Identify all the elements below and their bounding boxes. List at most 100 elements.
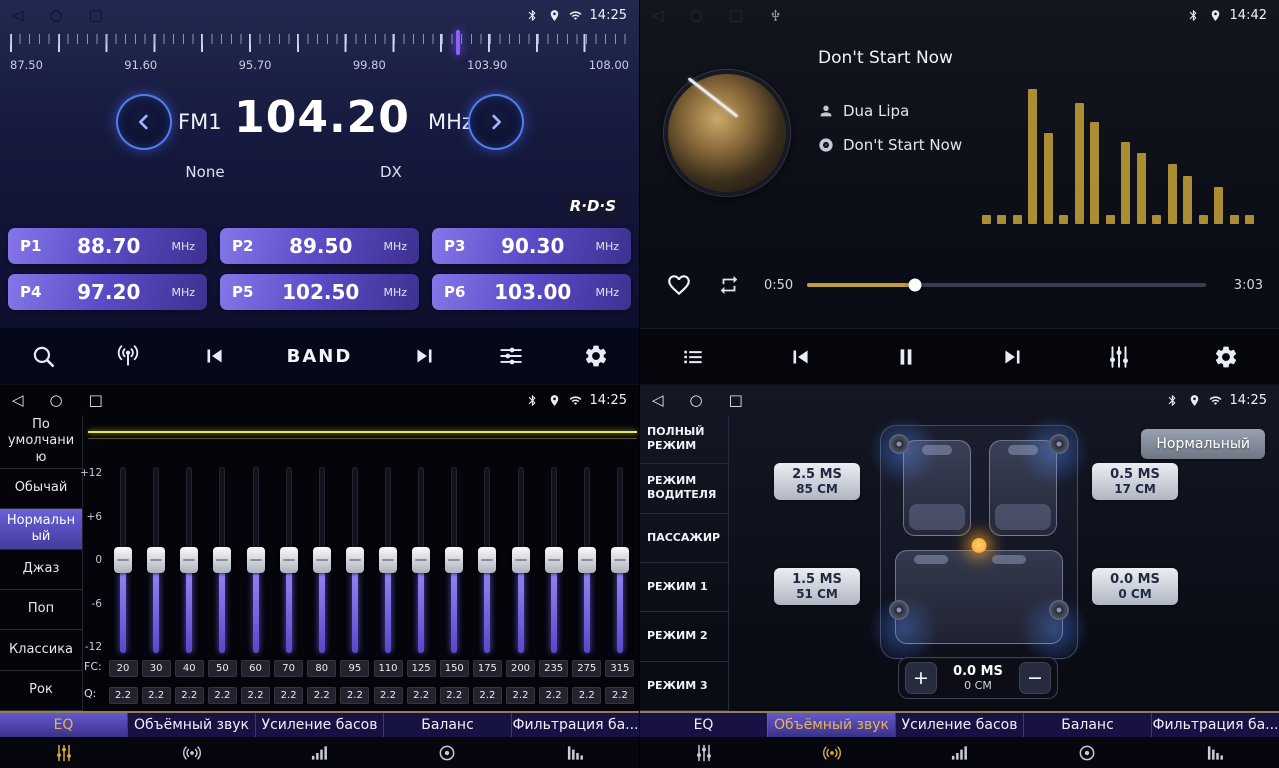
soundfield-mode-item[interactable]: РЕЖИМ 1 (640, 563, 728, 612)
eq-slider-handle[interactable] (280, 547, 298, 573)
eq-slider-handle[interactable] (114, 547, 132, 573)
audio-tab[interactable]: Объёмный звук (127, 713, 255, 737)
sound-profile-button[interactable]: Нормальный (1141, 429, 1265, 459)
audio-tab[interactable]: Баланс (1023, 713, 1151, 737)
eq-slider-handle[interactable] (478, 547, 496, 573)
eq-slider-handle[interactable] (412, 547, 430, 573)
next-track-button[interactable] (1000, 344, 1026, 370)
preset-button[interactable]: P3 90.30 MHz (432, 228, 631, 264)
eq-band-slider[interactable] (412, 467, 430, 653)
nav-home-button[interactable]: ○ (690, 385, 703, 415)
eq-preset-item[interactable]: Нормальный (0, 509, 82, 549)
scan-button[interactable] (30, 343, 56, 369)
eq-band-slider[interactable] (280, 467, 298, 653)
eq-slider-handle[interactable] (213, 547, 231, 573)
nav-home-button[interactable]: ○ (50, 0, 63, 30)
audio-settings-button[interactable] (498, 343, 524, 369)
prev-station-button[interactable] (201, 343, 227, 369)
eq-slider-handle[interactable] (346, 547, 364, 573)
eq-slider-handle[interactable] (611, 547, 629, 573)
nav-back-button[interactable]: ◁ (652, 0, 664, 30)
nav-home-button[interactable]: ○ (690, 0, 703, 30)
eq-preset-item[interactable]: Поп (0, 590, 82, 630)
nav-recents-button[interactable]: □ (89, 0, 103, 30)
audio-tab[interactable]: EQ (0, 713, 127, 737)
preset-button[interactable]: P5 102.50 MHz (220, 274, 419, 310)
delay-increase-button[interactable]: + (905, 662, 937, 694)
eq-band-slider[interactable] (478, 467, 496, 653)
progress-thumb[interactable] (908, 279, 921, 292)
nav-recents-button[interactable]: □ (729, 0, 743, 30)
eq-band-slider[interactable] (578, 467, 596, 653)
playlist-button[interactable] (680, 344, 706, 370)
mixer-button[interactable] (1106, 344, 1132, 370)
eq-slider-handle[interactable] (147, 547, 165, 573)
tab-bass-button[interactable] (256, 737, 384, 768)
settings-button[interactable] (583, 343, 609, 369)
preset-button[interactable]: P1 88.70 MHz (8, 228, 207, 264)
eq-band-slider[interactable] (379, 467, 397, 653)
repeat-button[interactable] (718, 274, 740, 296)
tab-eq-button[interactable] (0, 737, 128, 768)
eq-preset-item[interactable]: Классика (0, 630, 82, 670)
tab-filter-button[interactable] (511, 737, 639, 768)
delay-decrease-button[interactable]: − (1019, 662, 1051, 694)
eq-band-slider[interactable] (611, 467, 629, 653)
tune-down-button[interactable] (116, 94, 172, 150)
soundfield-mode-item[interactable]: РЕЖИМ 2 (640, 612, 728, 661)
eq-slider-handle[interactable] (512, 547, 530, 573)
prev-track-button[interactable] (787, 344, 813, 370)
preset-button[interactable]: P2 89.50 MHz (220, 228, 419, 264)
eq-slider-handle[interactable] (379, 547, 397, 573)
eq-band-slider[interactable] (545, 467, 563, 653)
audio-tab[interactable]: Баланс (383, 713, 511, 737)
band-button[interactable]: BAND (287, 346, 353, 367)
audio-tab[interactable]: Усиление басов (895, 713, 1023, 737)
eq-band-slider[interactable] (213, 467, 231, 653)
settings-button[interactable] (1213, 344, 1239, 370)
eq-preset-item[interactable]: По умолчанию (0, 415, 82, 469)
eq-band-slider[interactable] (512, 467, 530, 653)
next-station-button[interactable] (412, 343, 438, 369)
soundfield-mode-item[interactable]: РЕЖИМ 3 (640, 662, 728, 711)
tab-eq-button[interactable] (640, 737, 768, 768)
audio-tab[interactable]: Усиление басов (255, 713, 383, 737)
audio-tab[interactable]: EQ (640, 713, 767, 737)
front-right-delay-button[interactable]: 0.5 MS 17 CM (1092, 463, 1178, 500)
eq-band-slider[interactable] (346, 467, 364, 653)
eq-slider-handle[interactable] (545, 547, 563, 573)
nav-back-button[interactable]: ◁ (652, 385, 664, 415)
preset-button[interactable]: P6 103.00 MHz (432, 274, 631, 310)
eq-band-slider[interactable] (313, 467, 331, 653)
tab-balance-button[interactable] (1023, 737, 1151, 768)
tab-balance-button[interactable] (383, 737, 511, 768)
soundfield-mode-item[interactable]: ПАССАЖИР (640, 514, 728, 563)
eq-band-slider[interactable] (147, 467, 165, 653)
tab-surround-button[interactable] (128, 737, 256, 768)
favorite-button[interactable] (666, 272, 692, 298)
eq-slider-handle[interactable] (247, 547, 265, 573)
rear-right-delay-button[interactable]: 0.0 MS 0 CM (1092, 568, 1178, 605)
tab-surround-button[interactable] (768, 737, 896, 768)
eq-band-slider[interactable] (180, 467, 198, 653)
preset-button[interactable]: P4 97.20 MHz (8, 274, 207, 310)
eq-slider-handle[interactable] (445, 547, 463, 573)
soundfield-mode-item[interactable]: ПОЛНЫЙ РЕЖИМ (640, 415, 728, 464)
listening-position-dot[interactable] (972, 538, 987, 553)
front-left-delay-button[interactable]: 2.5 MS 85 CM (774, 463, 860, 500)
tab-bass-button[interactable] (896, 737, 1024, 768)
nav-back-button[interactable]: ◁ (12, 0, 24, 30)
eq-preset-item[interactable]: Обычай (0, 469, 82, 509)
eq-preset-item[interactable]: Рок (0, 671, 82, 711)
eq-band-slider[interactable] (445, 467, 463, 653)
eq-band-slider[interactable] (114, 467, 132, 653)
nav-recents-button[interactable]: □ (89, 385, 103, 415)
tab-filter-button[interactable] (1151, 737, 1279, 768)
frequency-scale[interactable]: 87.5091.6095.7099.80103.90108.00 (10, 34, 629, 82)
nav-back-button[interactable]: ◁ (12, 385, 24, 415)
rear-left-delay-button[interactable]: 1.5 MS 51 CM (774, 568, 860, 605)
soundfield-mode-item[interactable]: РЕЖИМ ВОДИТЕЛЯ (640, 464, 728, 513)
broadcast-button[interactable] (115, 343, 141, 369)
tune-up-button[interactable] (468, 94, 524, 150)
eq-preset-item[interactable]: Джаз (0, 550, 82, 590)
